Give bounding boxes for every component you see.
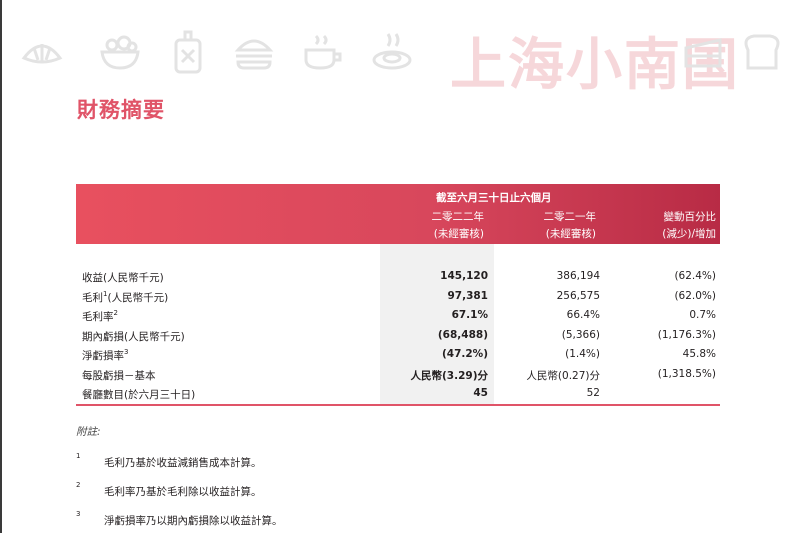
column-header-line: (未經審核) (433, 228, 484, 240)
row-label: 期內虧損(人民幣千元) (82, 330, 185, 343)
value-2021: 386,194 (556, 270, 600, 282)
value-2021: 256,575 (556, 289, 600, 302)
page-title: 財務摘要 (77, 98, 165, 122)
footnote-ref: 2 (113, 309, 118, 317)
table-row: 毛利率2 67.1% 66.4% 0.7% (76, 307, 720, 327)
table-header: 截至六月三十日止六個月 二零二二年 (未經審核) 二零二一年 (未經審核) 變動… (76, 184, 720, 244)
footnote-number: 2 (76, 481, 81, 489)
bread-icon (738, 28, 786, 76)
column-header-2022: 二零二二年 (未經審核) (432, 209, 485, 243)
value-2022: 45 (473, 387, 488, 399)
value-2022: 人民幣(3.29)分 (410, 369, 488, 382)
financial-summary-table: 截至六月三十日止六個月 二零二二年 (未經審核) 二零二一年 (未經審核) 變動… (76, 184, 720, 406)
table-row: 毛利1(人民幣千元) 97,381 256,575 (62.0%) (76, 288, 720, 308)
column-header-line: 變動百分比 (663, 211, 717, 223)
row-label: 淨虧損率3 (82, 348, 128, 363)
value-2021: (5,366) (561, 328, 600, 341)
footnote-text: 毛利乃基於收益減銷售成本計算。 (104, 457, 262, 469)
row-label-text: 毛利 (82, 291, 103, 304)
value-change: (62.0%) (674, 289, 716, 302)
table-body: 收益(人民幣千元) 145,120 386,194 (62.4%) 毛利1(人民… (76, 268, 720, 405)
footnote-text: 淨虧損率乃以期內虧損除以收益計算。 (104, 515, 283, 527)
column-header-line: 二零二二年 (431, 211, 485, 223)
value-change: 0.7% (689, 309, 716, 321)
table-row: 餐廳數目(於六月三十日) 45 52 (76, 385, 720, 405)
value-2022: (47.2%) (441, 348, 488, 360)
croissant-icon (18, 28, 66, 76)
value-2021: 人民幣(0.27)分 (526, 369, 600, 382)
footnote-number: 1 (76, 452, 81, 460)
page-left-border (0, 0, 2, 533)
row-label: 毛利1(人民幣千元) (82, 290, 168, 305)
decorative-banner: 上海小南国 (14, 18, 791, 98)
row-label: 餐廳數目(於六月三十日) (82, 389, 196, 401)
salad-bowl-icon (96, 28, 144, 76)
steaming-dish-icon (368, 28, 416, 76)
column-header-line: 二零二一年 (543, 211, 597, 223)
row-label: 毛利率2 (82, 309, 118, 324)
table-row: 收益(人民幣千元) 145,120 386,194 (62.4%) (76, 268, 720, 288)
column-header-line: (未經審核) (545, 228, 596, 240)
value-change: (1,176.3%) (657, 328, 716, 341)
row-label-text: 毛利率 (82, 311, 114, 323)
value-2022: 67.1% (451, 309, 488, 321)
row-label-text: 淨虧損率 (82, 350, 124, 362)
column-header-line: (減少)/增加 (662, 228, 716, 240)
footnotes-title: 附註: (76, 426, 101, 438)
value-change: (1,318.5%) (657, 367, 716, 380)
column-header-change: 變動百分比 (減少)/增加 (662, 209, 716, 243)
footnotes: 附註: 1 毛利乃基於收益減銷售成本計算。 2 毛利率乃基於毛利除以收益計算。 … (76, 424, 283, 527)
footnote-ref: 3 (124, 348, 129, 356)
row-label: 收益(人民幣千元) (82, 272, 164, 284)
table-row: 淨虧損率3 (47.2%) (1.4%) 45.8% (76, 346, 720, 366)
value-2022: (68,488) (437, 328, 488, 341)
table-bottom-rule (76, 404, 720, 406)
cutting-board-icon (164, 28, 212, 76)
value-2022: 97,381 (447, 289, 488, 302)
value-change: 45.8% (682, 348, 716, 360)
value-2021: (1.4%) (565, 348, 600, 360)
footnote-text: 毛利率乃基於毛利除以收益計算。 (104, 486, 262, 498)
table-row: 期內虧損(人民幣千元) (68,488) (5,366) (1,176.3%) (76, 327, 720, 347)
cake-slice-icon (680, 28, 728, 76)
value-change: (62.4%) (674, 270, 716, 282)
coffee-cup-icon (298, 28, 346, 76)
table-row: 每股虧損－基本 人民幣(3.29)分 人民幣(0.27)分 (1,318.5%) (76, 366, 720, 386)
row-label-suffix: (人民幣千元) (107, 291, 169, 304)
row-label: 每股虧損－基本 (82, 369, 156, 382)
period-header: 截至六月三十日止六個月 (436, 192, 552, 204)
value-2021: 52 (586, 387, 600, 399)
value-2022: 145,120 (440, 270, 488, 282)
value-2021: 66.4% (566, 309, 600, 321)
burger-icon (230, 28, 278, 76)
footnote-number: 3 (76, 510, 81, 518)
column-header-2021: 二零二一年 (未經審核) (544, 209, 597, 243)
